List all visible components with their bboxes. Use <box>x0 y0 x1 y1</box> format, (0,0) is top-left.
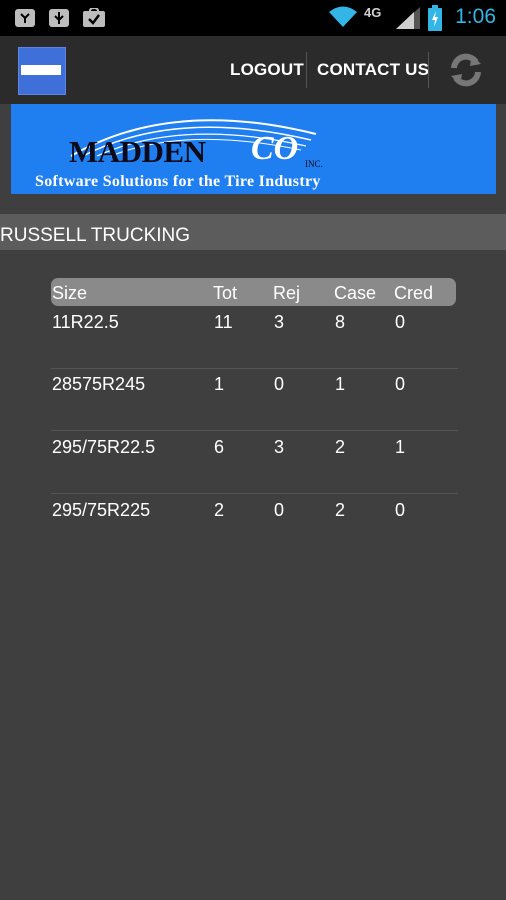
action-bar: LOGOUT CONTACT US <box>0 36 506 104</box>
action-divider <box>306 52 307 88</box>
android-debug-icon <box>14 8 36 33</box>
app-logo-mark <box>21 65 61 75</box>
cell-size: 28575R245 <box>52 374 146 394</box>
cell-rej: 0 <box>274 500 285 520</box>
company-banner: MADDEN CO INC. Software Solutions for th… <box>11 104 496 194</box>
app-logo-icon[interactable] <box>18 47 66 95</box>
customer-header: RUSSELL TRUCKING <box>0 214 506 250</box>
cell-tot: 11 <box>214 312 233 332</box>
clock: 1:06 <box>455 5 496 28</box>
cell-rej: 0 <box>274 374 285 394</box>
cell-cred: 0 <box>395 312 406 332</box>
cell-size: 295/75R225 <box>52 500 151 520</box>
column-header-cred: Cred <box>394 283 434 303</box>
row-divider <box>51 368 458 369</box>
status-bar: 4G 1:06 <box>0 0 506 36</box>
cell-case: 2 <box>335 437 346 457</box>
usb-icon <box>48 8 70 33</box>
logout-button[interactable]: LOGOUT <box>230 60 304 80</box>
table-header: Size Tot Rej Case Cred <box>51 278 456 306</box>
brand-tagline: Software Solutions for the Tire Industry <box>35 173 321 190</box>
refresh-icon[interactable] <box>447 52 485 93</box>
wifi-icon <box>329 6 357 33</box>
cell-size: 295/75R22.5 <box>52 437 156 457</box>
shopping-bag-icon <box>82 6 106 33</box>
column-header-size: Size <box>52 283 88 303</box>
table-row[interactable]: 11R22.5 11 3 8 0 <box>0 312 506 374</box>
battery-charging-icon <box>428 5 442 36</box>
column-header-case: Case <box>334 283 377 303</box>
row-divider <box>51 493 458 494</box>
brand-co: CO <box>251 130 299 167</box>
cell-cred: 1 <box>395 437 406 457</box>
contact-us-button[interactable]: CONTACT US <box>317 60 429 80</box>
row-divider <box>51 430 458 431</box>
brand-inc: INC. <box>305 159 323 169</box>
table-row[interactable]: 28575R245 1 0 1 0 <box>0 374 506 436</box>
cell-cred: 0 <box>395 500 406 520</box>
cell-tot: 2 <box>214 500 225 520</box>
cell-tot: 6 <box>214 437 225 457</box>
cell-cred: 0 <box>395 374 406 394</box>
signal-icon <box>396 7 420 34</box>
cell-size: 11R22.5 <box>52 312 119 332</box>
cell-rej: 3 <box>274 437 285 457</box>
table-row[interactable]: 295/75R22.5 6 3 2 1 <box>0 437 506 499</box>
column-header-rej: Rej <box>273 283 301 303</box>
action-divider <box>428 52 429 88</box>
cell-case: 1 <box>335 374 346 394</box>
cell-rej: 3 <box>274 312 285 332</box>
cell-case: 8 <box>335 312 346 332</box>
network-type: 4G <box>364 5 382 20</box>
table-row[interactable]: 295/75R225 2 0 2 0 <box>0 500 506 562</box>
column-header-tot: Tot <box>213 283 238 303</box>
brand-name: MADDEN <box>69 134 206 169</box>
cell-case: 2 <box>335 500 346 520</box>
customer-name: RUSSELL TRUCKING <box>0 225 191 246</box>
cell-tot: 1 <box>214 374 225 394</box>
